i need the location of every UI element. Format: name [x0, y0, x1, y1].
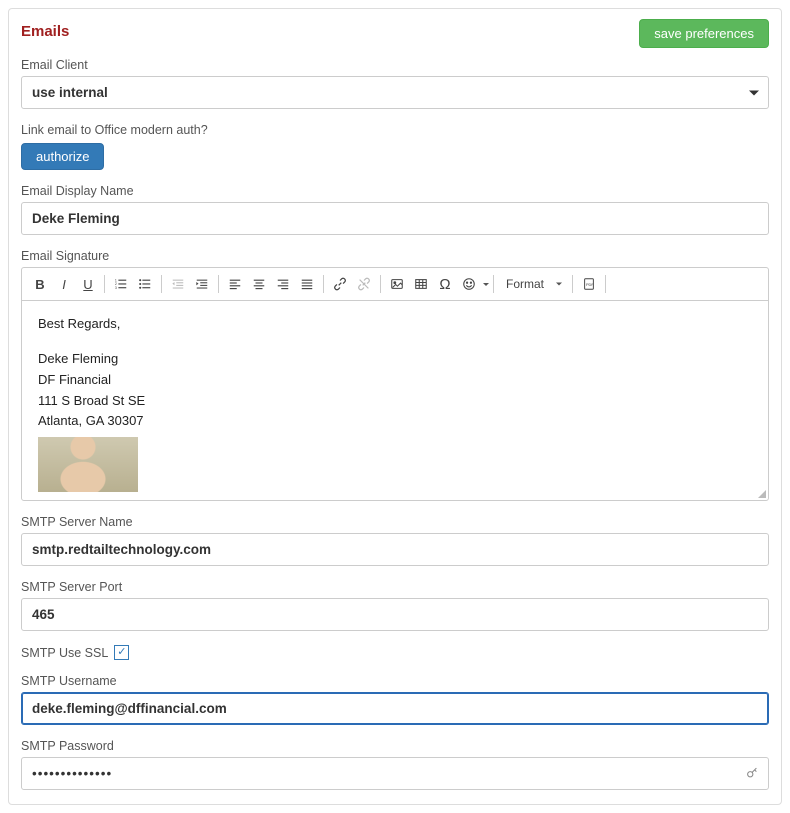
smiley-icon [457, 272, 481, 296]
format-dropdown[interactable]: Format [498, 272, 568, 296]
unordered-list-icon[interactable] [133, 272, 157, 296]
image-icon[interactable] [385, 272, 409, 296]
smtp-ssl-checkbox[interactable]: ✓ [114, 645, 129, 660]
email-client-select[interactable]: use internal [21, 76, 769, 109]
outdent-icon[interactable] [166, 272, 190, 296]
link-icon[interactable] [328, 272, 352, 296]
smtp-server-label: SMTP Server Name [21, 515, 769, 529]
office-auth-label: Link email to Office modern auth? [21, 123, 769, 137]
underline-icon[interactable]: U [76, 272, 100, 296]
signature-line: 111 S Broad St SE [38, 392, 752, 411]
align-left-icon[interactable] [223, 272, 247, 296]
email-client-select-wrap: use internal [21, 76, 769, 109]
chevron-down-icon [556, 283, 562, 286]
align-justify-icon[interactable] [295, 272, 319, 296]
align-right-icon[interactable] [271, 272, 295, 296]
smtp-password-input[interactable] [21, 757, 769, 790]
smtp-username-label: SMTP Username [21, 674, 769, 688]
signature-editor: B I U 123 [21, 267, 769, 501]
key-icon [745, 765, 759, 782]
italic-icon[interactable]: I [52, 272, 76, 296]
resize-handle-icon[interactable] [756, 488, 766, 498]
smtp-server-input[interactable] [21, 533, 769, 566]
email-client-label: Email Client [21, 58, 769, 72]
align-center-icon[interactable] [247, 272, 271, 296]
pdf-icon[interactable]: PDF [577, 272, 601, 296]
smtp-ssl-label: SMTP Use SSL [21, 646, 108, 660]
save-preferences-button[interactable]: save preferences [639, 19, 769, 48]
table-icon[interactable] [409, 272, 433, 296]
signature-line: Deke Fleming [38, 350, 752, 369]
display-name-input[interactable] [21, 202, 769, 235]
smtp-port-label: SMTP Server Port [21, 580, 769, 594]
svg-text:3: 3 [115, 286, 117, 290]
chevron-down-icon [483, 283, 489, 286]
smtp-password-label: SMTP Password [21, 739, 769, 753]
unlink-icon[interactable] [352, 272, 376, 296]
bold-icon[interactable]: B [28, 272, 52, 296]
page-title: Emails [21, 19, 69, 40]
signature-line: Best Regards, [38, 315, 752, 334]
signature-label: Email Signature [21, 249, 769, 263]
emoji-picker[interactable] [457, 272, 489, 296]
avatar-image [38, 437, 138, 492]
indent-icon[interactable] [190, 272, 214, 296]
display-name-label: Email Display Name [21, 184, 769, 198]
panel-header: Emails save preferences [21, 19, 769, 48]
signature-textarea[interactable]: Best Regards, Deke Fleming DF Financial … [22, 301, 768, 500]
signature-line: DF Financial [38, 371, 752, 390]
smtp-port-input[interactable] [21, 598, 769, 631]
svg-text:PDF: PDF [586, 282, 594, 287]
authorize-button[interactable]: authorize [21, 143, 104, 170]
ordered-list-icon[interactable]: 123 [109, 272, 133, 296]
smtp-username-input[interactable] [21, 692, 769, 725]
editor-toolbar: B I U 123 [22, 268, 768, 301]
signature-line: Atlanta, GA 30307 [38, 412, 752, 431]
format-label: Format [506, 277, 544, 291]
special-char-icon[interactable]: Ω [433, 272, 457, 296]
emails-panel: Emails save preferences Email Client use… [8, 8, 782, 805]
